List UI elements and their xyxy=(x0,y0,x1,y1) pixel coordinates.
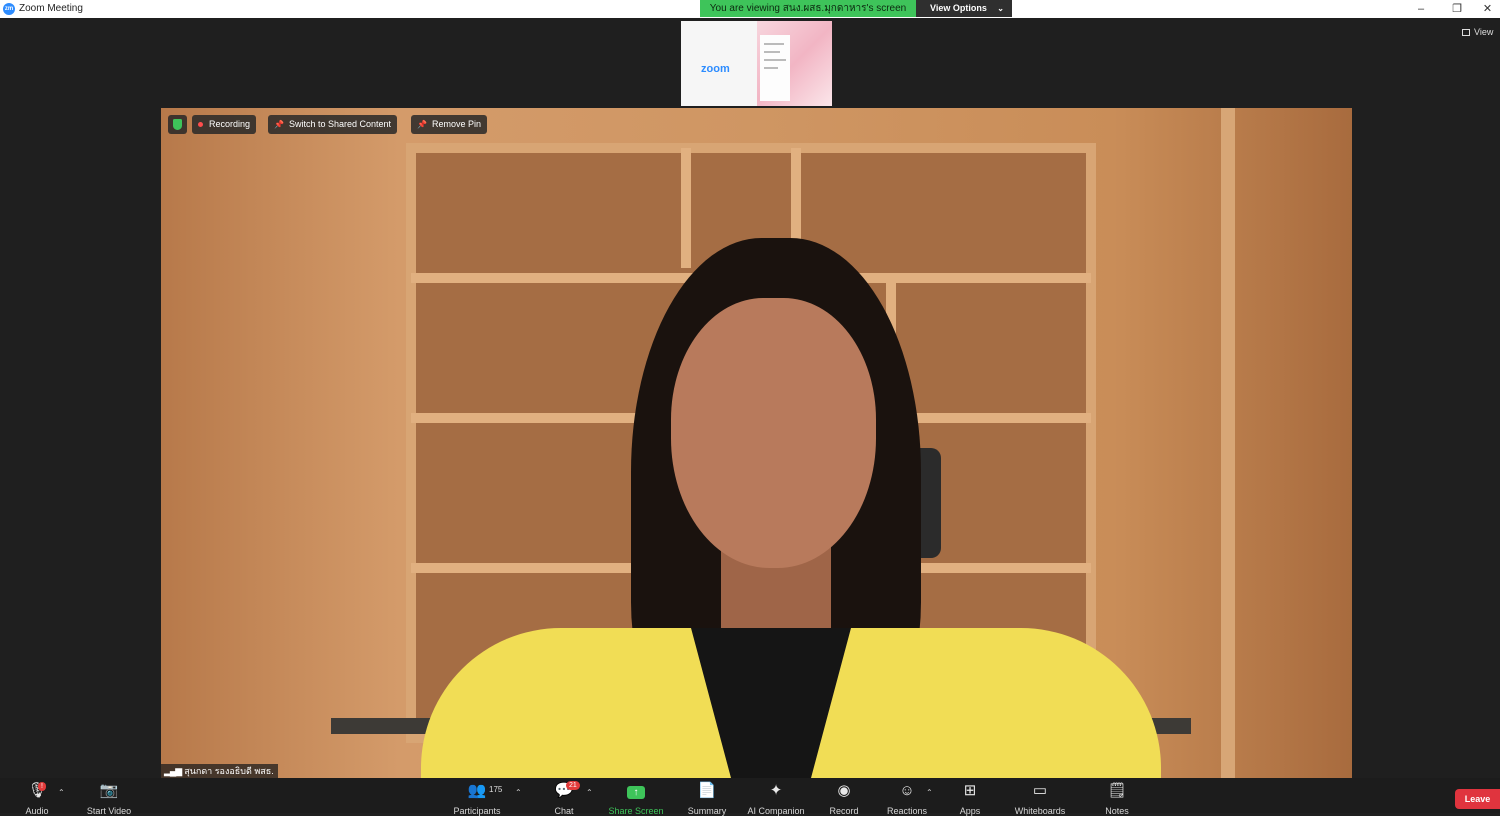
chat-unread-badge: 21 xyxy=(566,781,580,790)
remove-pin-button[interactable]: 📌 Remove Pin xyxy=(411,115,487,134)
switch-label: Switch to Shared Content xyxy=(288,119,392,129)
share-screen-icon: ↑ xyxy=(627,786,645,799)
audio-warning-badge: ! xyxy=(38,782,46,791)
switch-to-shared-content-button[interactable]: 📌 Switch to Shared Content xyxy=(268,115,398,134)
ai-companion-button[interactable]: ✦ AI Companion xyxy=(743,781,809,816)
audio-options-caret-icon[interactable]: ⌃ xyxy=(58,788,65,797)
zoom-app-icon: zm xyxy=(3,3,15,15)
zoom-logo: zoom xyxy=(701,63,730,75)
notes-label: Notes xyxy=(1105,806,1129,816)
whiteboards-button[interactable]: ▭ Whiteboards xyxy=(1010,781,1070,816)
record-dot-icon xyxy=(198,122,203,128)
notes-icon: 🗒 xyxy=(1107,782,1127,799)
close-button[interactable]: ✕ xyxy=(1475,0,1500,18)
video-off-icon: 📷 xyxy=(99,782,119,799)
view-label: View xyxy=(1474,27,1494,37)
recording-indicator[interactable]: Recording xyxy=(192,115,257,134)
share-screen-label: Share Screen xyxy=(608,806,664,816)
encryption-shield-icon[interactable] xyxy=(168,115,187,134)
thumbnail-window-panel xyxy=(760,35,790,101)
emoji-icon: ☺ xyxy=(899,782,915,799)
shared-screen-thumbnail[interactable]: zoom xyxy=(681,21,832,106)
signal-bars-icon: ▂▄▆ xyxy=(164,766,182,776)
reactions-button[interactable]: ☺ Reactions xyxy=(884,781,930,816)
participants-caret-icon[interactable]: ⌃ xyxy=(515,788,522,797)
sparkle-icon: ✦ xyxy=(769,782,783,799)
view-options-label: View Options xyxy=(930,3,987,13)
pin-icon: 📌 xyxy=(274,120,284,129)
participants-count: 175 xyxy=(489,785,503,794)
leave-button[interactable]: Leave xyxy=(1455,789,1500,809)
participant-name: สุนกดา รองอธิบดี พสธ. xyxy=(184,766,274,776)
summary-icon: 📄 xyxy=(697,782,717,799)
chevron-down-icon: ⌄ xyxy=(997,4,1004,13)
window-title: Zoom Meeting xyxy=(19,3,83,14)
summary-button[interactable]: 📄 Summary xyxy=(684,781,730,816)
reactions-label: Reactions xyxy=(886,806,928,816)
chat-button[interactable]: 💬 Chat 21 xyxy=(549,781,580,816)
record-icon: ◉ xyxy=(837,782,851,799)
reactions-caret-icon[interactable]: ⌃ xyxy=(926,788,933,797)
participant-face xyxy=(671,298,876,568)
recording-label: Recording xyxy=(209,119,251,129)
view-layout-button[interactable]: View xyxy=(1462,27,1493,37)
grid-icon xyxy=(1462,29,1470,37)
minimize-button[interactable]: – xyxy=(1403,0,1439,18)
pinned-participant-video[interactable]: Recording 📌 Switch to Shared Content 📌 Rem… xyxy=(161,108,1352,778)
ai-companion-label: AI Companion xyxy=(747,806,805,816)
chat-label: Chat xyxy=(554,806,574,816)
start-video-label: Start Video xyxy=(86,806,132,816)
microphone-icon: 🎙 xyxy=(27,782,47,799)
share-screen-button[interactable]: ↑ Share Screen xyxy=(605,781,667,816)
audio-label: Audio xyxy=(25,806,49,816)
apps-label: Apps xyxy=(959,806,981,816)
pin-icon: 📌 xyxy=(417,120,427,129)
record-label: Record xyxy=(829,806,859,816)
remove-pin-label: Remove Pin xyxy=(431,119,481,129)
whiteboard-icon: ▭ xyxy=(1032,782,1048,799)
view-options-button[interactable]: View Options ⌄ xyxy=(916,0,1012,17)
summary-label: Summary xyxy=(687,806,727,816)
apps-button[interactable]: ⊞ Apps xyxy=(955,781,985,816)
participants-label: Participants xyxy=(453,806,501,816)
participant-name-tag: ▂▄▆ สุนกดา รองอธิบดี พสธ. xyxy=(161,764,278,778)
restore-button[interactable]: ❐ xyxy=(1439,0,1475,18)
whiteboards-label: Whiteboards xyxy=(1014,806,1066,816)
viewing-screen-banner: You are viewing สนง.ผสธ.มุกดาหาร's scree… xyxy=(700,0,916,17)
cabinet-edge xyxy=(1221,108,1235,778)
record-button[interactable]: ◉ Record xyxy=(826,781,862,816)
audio-button[interactable]: 🎙 Audio ! xyxy=(18,781,56,816)
start-video-button[interactable]: 📷 Start Video xyxy=(84,781,134,816)
chat-caret-icon[interactable]: ⌃ xyxy=(586,788,593,797)
shelf-divider xyxy=(681,148,691,268)
notes-button[interactable]: 🗒 Notes xyxy=(1101,781,1133,816)
apps-icon: ⊞ xyxy=(963,782,977,799)
